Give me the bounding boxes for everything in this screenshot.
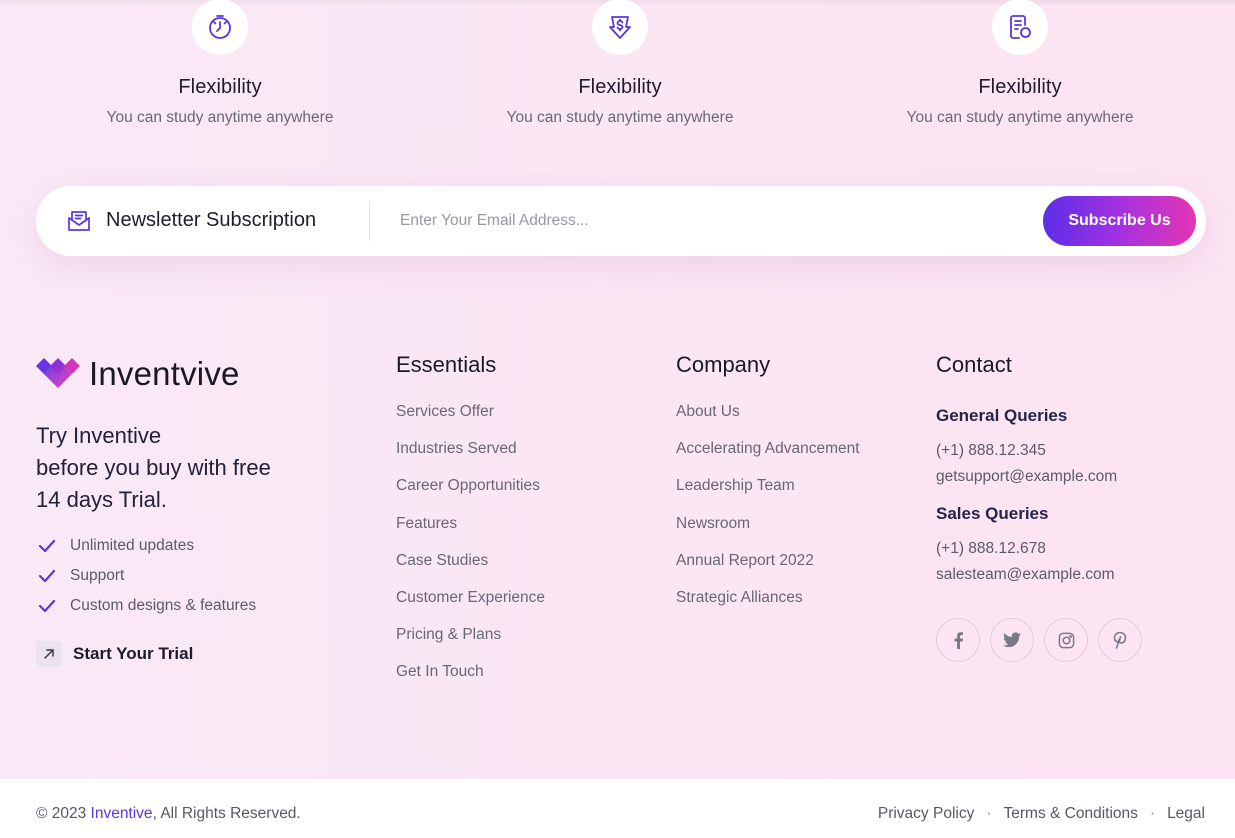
feature-card: Flexibility You can study anytime anywhe… [870, 0, 1170, 127]
start-trial-label: Start Your Trial [73, 644, 194, 663]
pinterest-button[interactable] [1098, 618, 1142, 662]
sales-phone[interactable]: (+1) 888.12.678 [936, 536, 1117, 562]
envelope-open-icon [68, 211, 90, 231]
social-links [936, 618, 1152, 662]
copyright-prefix: © 2023 [36, 805, 91, 822]
legal-link[interactable]: Legal [1167, 805, 1205, 823]
instagram-button[interactable] [1044, 618, 1088, 662]
footer-link[interactable]: Industries Served [396, 440, 545, 477]
footer-link[interactable]: Get In Touch [396, 663, 545, 700]
essentials-title: Essentials [396, 352, 497, 377]
feature-card: Flexibility You can study anytime anywhe… [470, 0, 770, 127]
trial-headline: Try Inventive before you buy with free 1… [36, 420, 336, 516]
feature-title: Flexibility [578, 76, 662, 98]
email-input[interactable] [400, 206, 1000, 236]
feature-icon-circle [192, 0, 248, 55]
essentials-links: Services Offer Industries Served Career … [396, 403, 545, 701]
footer-link[interactable]: Services Offer [396, 403, 545, 440]
checklist-item: Unlimited updates [36, 531, 256, 561]
footer-link[interactable]: Customer Experience [396, 589, 545, 626]
copyright: © 2023 Inventive, All Rights Reserved. [36, 805, 301, 823]
footer-link[interactable]: Accelerating Advancement [676, 440, 860, 477]
separator: · [1149, 805, 1156, 822]
footer-link[interactable]: Case Studies [396, 552, 545, 589]
twitter-icon [1003, 632, 1021, 648]
check-icon [36, 599, 58, 613]
checklist-item: Custom designs & features [36, 591, 256, 621]
footer-link[interactable]: Newsroom [676, 515, 860, 552]
feature-text: You can study anytime anywhere [506, 109, 734, 126]
features-row: Flexibility You can study anytime anywhe… [0, 0, 1235, 170]
bottom-bar: © 2023 Inventive, All Rights Reserved. P… [0, 779, 1235, 838]
legal-links: Privacy Policy · Terms & Conditions · Le… [878, 805, 1205, 823]
general-phone[interactable]: (+1) 888.12.345 [936, 438, 1117, 464]
price-drop-icon [609, 16, 631, 39]
sales-queries-title: Sales Queries [936, 504, 1049, 523]
general-email[interactable]: getsupport@example.com [936, 464, 1117, 490]
feature-title: Flexibility [978, 76, 1062, 98]
trial-line: 14 days Trial. [36, 487, 167, 512]
checklist-item: Support [36, 561, 256, 591]
general-queries-title: General Queries [936, 406, 1068, 425]
document-search-icon [1010, 15, 1031, 39]
separator: · [986, 805, 992, 822]
facebook-button[interactable] [936, 618, 980, 662]
copyright-brand-link[interactable]: Inventive [91, 805, 153, 822]
feature-icon-circle [992, 0, 1048, 55]
company-title: Company [676, 352, 771, 377]
sales-email[interactable]: salesteam@example.com [936, 562, 1117, 588]
footer-link[interactable]: Annual Report 2022 [676, 552, 860, 589]
footer-link[interactable]: Strategic Alliances [676, 589, 860, 626]
trial-line: Try Inventive [36, 423, 162, 448]
divider [369, 201, 370, 241]
check-icon [36, 569, 58, 583]
brand-name: Inventvive [89, 355, 240, 392]
feature-text: You can study anytime anywhere [106, 109, 334, 126]
clock-icon [209, 15, 231, 39]
check-icon [36, 539, 58, 553]
start-trial-link[interactable]: Start Your Trial [36, 641, 193, 667]
pinterest-icon [1113, 631, 1127, 649]
checklist-label: Support [70, 567, 125, 584]
contact-column: Contact General Queries (+1) 888.12.345 … [936, 352, 1117, 588]
feature-card: Flexibility You can study anytime anywhe… [70, 0, 370, 127]
subscribe-button[interactable]: Subscribe Us [1043, 196, 1196, 246]
trial-line: before you buy with free [36, 455, 271, 480]
newsletter-title: Newsletter Subscription [106, 209, 317, 231]
essentials-column: Essentials Services Offer Industries Ser… [396, 352, 545, 701]
twitter-button[interactable] [990, 618, 1034, 662]
terms-link[interactable]: Terms & Conditions [1004, 805, 1138, 823]
footer-link[interactable]: Leadership Team [676, 477, 860, 514]
arrow-up-right-icon [36, 641, 62, 667]
newsletter-bar: Newsletter Subscription Subscribe Us [36, 186, 1206, 256]
brand-logo[interactable]: Inventvive [36, 355, 240, 393]
feature-title: Flexibility [178, 76, 262, 98]
footer-link[interactable]: Career Opportunities [396, 477, 545, 514]
copyright-suffix: , All Rights Reserved. [152, 805, 301, 822]
feature-icon-circle [592, 0, 648, 55]
diamond-logo-icon [36, 358, 80, 388]
footer-link[interactable]: Pricing & Plans [396, 626, 545, 663]
feature-checklist: Unlimited updates Support Custom designs… [36, 531, 256, 621]
footer-link[interactable]: About Us [676, 403, 860, 440]
company-links: About Us Accelerating Advancement Leader… [676, 403, 860, 626]
privacy-policy-link[interactable]: Privacy Policy [878, 805, 974, 823]
company-column: Company About Us Accelerating Advancemen… [676, 352, 860, 626]
feature-text: You can study anytime anywhere [906, 109, 1134, 126]
footer-link[interactable]: Features [396, 515, 545, 552]
contact-title: Contact [936, 352, 1012, 377]
instagram-icon [1058, 632, 1074, 648]
checklist-label: Unlimited updates [70, 537, 195, 554]
checklist-label: Custom designs & features [70, 597, 257, 614]
facebook-icon [954, 632, 963, 649]
